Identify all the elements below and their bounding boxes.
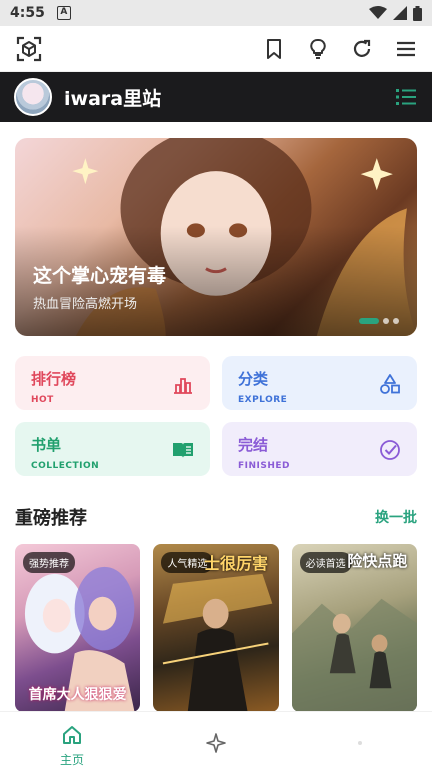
tab-profile[interactable] <box>288 712 432 779</box>
category-sub: FINISHED <box>238 461 291 471</box>
banner-subtitle: 热血冒险高燃开场 <box>33 297 138 312</box>
book-card[interactable]: 人气精选 士很厉害 <box>153 544 279 712</box>
recommend-book-list: 强势推荐 首席大人狠狠爱 人气精选 士很厉害 必读首选 险快点跑 <box>15 544 417 712</box>
book-card[interactable]: 强势推荐 首席大人狠狠爱 <box>15 544 141 712</box>
tab-label: 主页 <box>59 752 84 767</box>
book-cover-title: 险快点跑 <box>347 552 408 570</box>
tab-discover[interactable] <box>144 712 288 779</box>
category-grid: 排行榜 HOT 分类 EXPLORE 书单 COLLECTION 完结 FINI… <box>15 356 417 476</box>
bottom-tab-bar: 主页 <box>0 711 432 779</box>
open-book-icon <box>173 443 193 458</box>
category-finished[interactable]: 完结 FINISHED <box>222 422 417 476</box>
battery-icon <box>413 5 422 21</box>
category-name: 分类 <box>238 370 269 388</box>
status-bar: 4:55 A <box>0 0 432 26</box>
category-sub: COLLECTION <box>31 461 100 471</box>
browser-toolbar <box>0 26 432 72</box>
book-cover-title: 首席大人狠狠爱 <box>28 687 127 703</box>
signal-icon <box>393 6 407 20</box>
tab-home[interactable]: 主页 <box>0 712 144 779</box>
category-explore[interactable]: 分类 EXPLORE <box>222 356 417 410</box>
refresh-icon[interactable] <box>350 37 374 61</box>
category-sub: HOT <box>31 395 54 405</box>
carousel-dot[interactable] <box>393 318 399 324</box>
sparkle-icon <box>206 733 226 753</box>
wifi-icon <box>369 6 387 19</box>
book-card[interactable]: 必读首选 险快点跑 <box>291 544 417 712</box>
status-time: 4:55 <box>10 5 45 21</box>
refresh-batch-link[interactable]: 换一批 <box>375 507 417 527</box>
home-icon <box>63 725 81 744</box>
lightbulb-icon[interactable] <box>306 37 330 61</box>
book-tag: 强势推荐 <box>23 552 75 573</box>
carousel-dot-active[interactable] <box>359 318 379 324</box>
category-name: 书单 <box>31 436 62 454</box>
notification-badge: A <box>56 6 71 20</box>
recommend-section-header: 重磅推荐 换一批 <box>15 504 417 530</box>
shapes-icon <box>380 374 400 394</box>
site-header: iwara里站 <box>0 72 432 122</box>
check-circle-icon <box>380 440 400 460</box>
section-title: 重磅推荐 <box>15 508 87 529</box>
browser-logo-icon[interactable] <box>14 34 44 64</box>
category-collection[interactable]: 书单 COLLECTION <box>15 422 210 476</box>
carousel-indicator <box>359 318 399 324</box>
list-menu-icon[interactable] <box>394 85 418 109</box>
book-cover-title: 士很厉害 <box>203 554 268 573</box>
banner-title: 这个掌心宠有毒 <box>33 265 167 287</box>
featured-banner[interactable]: 这个掌心宠有毒 热血冒险高燃开场 <box>15 138 417 336</box>
bar-chart-icon <box>174 378 192 394</box>
avatar[interactable] <box>14 78 52 116</box>
category-ranking[interactable]: 排行榜 HOT <box>15 356 210 410</box>
category-sub: EXPLORE <box>238 395 288 405</box>
category-name: 完结 <box>238 436 269 454</box>
bookmark-icon[interactable] <box>262 37 286 61</box>
hamburger-menu-icon[interactable] <box>394 37 418 61</box>
carousel-dot[interactable] <box>383 318 389 324</box>
category-name: 排行榜 <box>31 370 77 388</box>
site-title: iwara里站 <box>64 87 162 110</box>
tab-icon <box>358 741 362 745</box>
